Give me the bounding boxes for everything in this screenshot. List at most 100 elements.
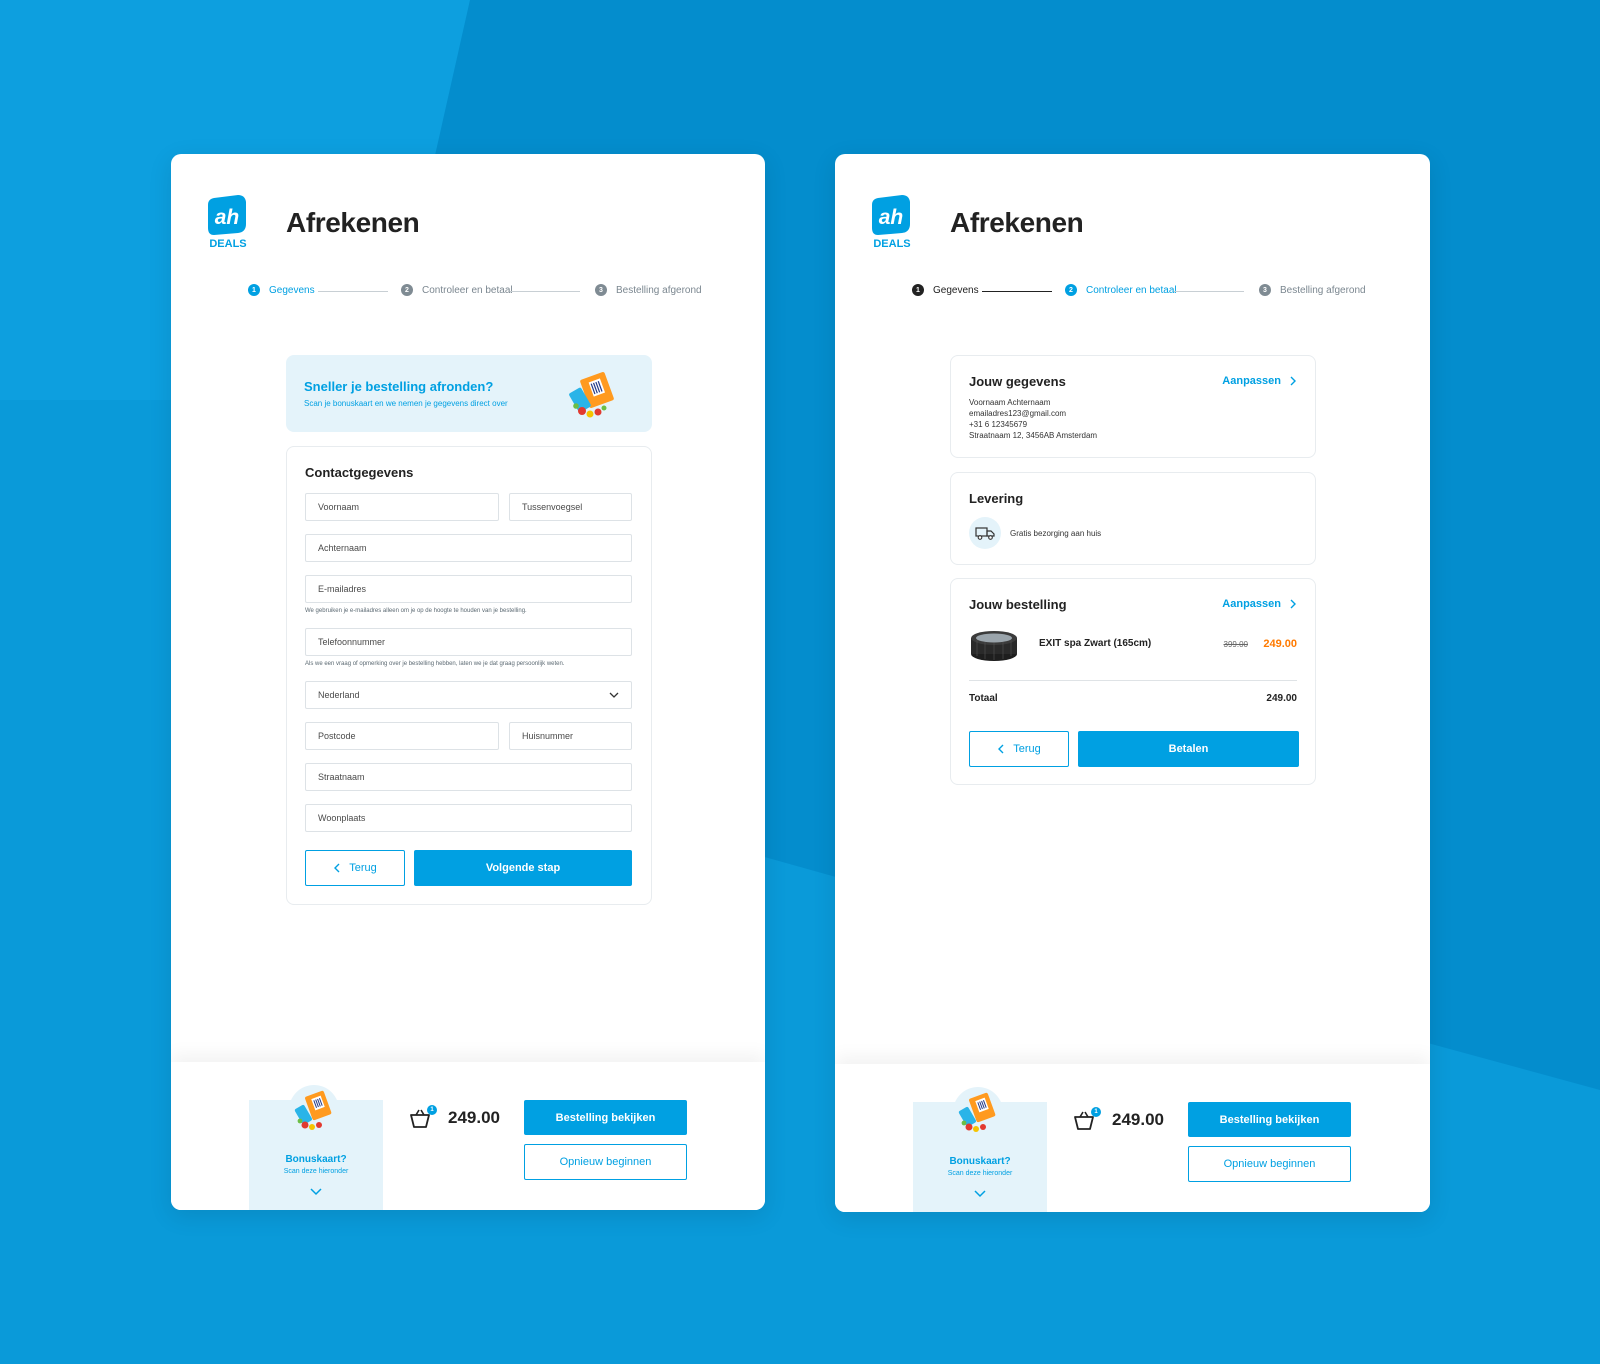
total-label: Totaal [969,693,998,704]
bonus-card-icon [953,1087,1003,1137]
edit-label: Aanpassen [1222,375,1281,387]
postcode-input[interactable]: Postcode [305,722,499,750]
step-number: 3 [1259,284,1271,296]
step-gegevens: 1 Gegevens [912,284,979,296]
step-connector [1174,291,1244,292]
step-label: Bestelling afgerond [616,284,702,296]
step-afgerond: 3 Bestelling afgerond [595,284,702,296]
ah-deals-logo[interactable]: ah DEALS [869,194,915,250]
promo-subtitle: Scan je bonuskaart en we nemen je gegeve… [304,399,508,408]
step-label: Bestelling afgerond [1280,284,1366,296]
promo-title: Sneller je bestelling afronden? [304,379,494,394]
truck-icon-wrapper [969,517,1001,549]
delivery-title: Levering [969,491,1024,506]
form-title: Contactgegevens [305,465,414,480]
product-name: EXIT spa Zwart (165cm) [1039,638,1152,649]
edit-order-link[interactable]: Aanpassen [1222,598,1297,610]
email-hint: We gebruiken je e-mailadres alleen om je… [305,608,527,614]
svg-text:DEALS: DEALS [873,238,910,250]
order-title: Jouw bestelling [969,597,1067,612]
chevron-down-icon [974,1190,986,1198]
truck-icon [975,527,995,540]
step-connector [510,291,580,292]
step-label: Gegevens [269,284,315,296]
step-controleer: 2 Controleer en betaal [401,284,513,296]
svg-text:ah: ah [879,206,904,229]
chevron-down-icon [310,1188,322,1196]
customer-details-card: Jouw gegevens Aanpassen Voornaam Achtern… [950,355,1316,458]
bonus-card-box[interactable]: Bonuskaart? Scan deze hieronder [249,1085,383,1210]
customer-phone: +31 6 12345679 [969,420,1028,429]
back-button[interactable]: Terug [969,731,1069,767]
view-order-button[interactable]: Bestelling bekijken [1188,1102,1351,1137]
customer-address: Straatnaam 12, 3456AB Amsterdam [969,431,1098,440]
next-step-button[interactable]: Volgende stap [414,850,632,886]
city-input[interactable]: Woonplaats [305,804,632,832]
bonus-promo-banner[interactable]: Sneller je bestelling afronden? Scan je … [286,355,652,432]
bonus-title: Bonuskaart? [285,1154,347,1165]
delivery-text: Gratis bezorging aan huis [1010,529,1102,538]
basket-count-badge: 1 [427,1105,437,1115]
last-name-input[interactable]: Achternaam [305,534,632,562]
pay-button[interactable]: Betalen [1078,731,1299,767]
step-label: Controleer en betaal [422,284,513,296]
bonus-subtitle: Scan deze hieronder [283,1168,349,1175]
ah-deals-logo[interactable]: ah DEALS [205,194,251,250]
old-price: 399.00 [1223,640,1248,649]
customer-name: Voornaam Achternaam [969,398,1051,407]
infix-input[interactable]: Tussenvoegsel [509,493,632,521]
delivery-card: Levering Gratis bezorging aan huis [950,472,1316,565]
phone-hint: Als we een vraag of opmerking over je be… [305,661,565,667]
step-label: Gegevens [933,284,979,296]
total-value: 249.00 [1266,693,1297,704]
step-number: 3 [595,284,607,296]
back-label: Terug [349,862,377,874]
edit-details-link[interactable]: Aanpassen [1222,375,1297,387]
bonus-card-icon [289,1085,339,1135]
footer-total: 249.00 [448,1108,500,1127]
step-afgerond: 3 Bestelling afgerond [1259,284,1366,296]
footer-bar: Bonuskaart? Scan deze hieronder 1 249.00… [171,1062,765,1210]
customer-email: emailadres123@gmail.com [969,409,1067,418]
bonus-card-box[interactable]: Bonuskaart? Scan deze hieronder [913,1087,1047,1212]
page-title: Afrekenen [286,207,420,238]
contact-form-card: Contactgegevens Voornaam Tussenvoegsel A… [286,446,652,905]
phone-input[interactable]: Telefoonnummer [305,628,632,656]
basket-count-badge: 1 [1091,1107,1101,1117]
checkout-stepper: 1 Gegevens 2 Controleer en betaal 3 Best… [248,284,708,300]
sale-price: 249.00 [1263,638,1297,650]
checkout-panel-details: ah DEALS Afrekenen 1 Gegevens 2 Controle… [171,154,765,1210]
chevron-down-icon [609,692,619,698]
step-number: 2 [401,284,413,296]
email-input[interactable]: E-mailadres [305,575,632,603]
bonus-card-illustration [569,372,614,418]
order-card: Jouw bestelling Aanpassen EXIT spa Zwart… [950,578,1316,785]
view-order-button[interactable]: Bestelling bekijken [524,1100,687,1135]
svg-text:DEALS: DEALS [209,238,246,250]
checkout-panel-review: ah DEALS Afrekenen 1 Gegevens 2 Controle… [835,154,1430,1212]
checkout-stepper: 1 Gegevens 2 Controleer en betaal 3 Best… [912,284,1372,300]
step-label: Controleer en betaal [1086,284,1177,296]
chevron-right-icon [1290,376,1296,386]
first-name-input[interactable]: Voornaam [305,493,499,521]
step-connector [318,291,388,292]
divider [969,680,1297,681]
page-title: Afrekenen [950,207,1084,238]
chevron-right-icon [1290,599,1296,609]
svg-text:ah: ah [215,206,240,229]
footer-bar: Bonuskaart? Scan deze hieronder 1 249.00… [835,1064,1430,1212]
house-number-input[interactable]: Huisnummer [509,722,632,750]
step-number: 1 [248,284,260,296]
step-controleer: 2 Controleer en betaal [1065,284,1177,296]
edit-label: Aanpassen [1222,598,1281,610]
details-title: Jouw gegevens [969,374,1066,389]
restart-button[interactable]: Opnieuw beginnen [524,1144,687,1180]
back-button[interactable]: Terug [305,850,405,886]
step-number: 2 [1065,284,1077,296]
bonus-title: Bonuskaart? [949,1156,1011,1167]
country-value: Nederland [318,690,360,700]
restart-button[interactable]: Opnieuw beginnen [1188,1146,1351,1182]
country-select[interactable]: Nederland [305,681,632,709]
footer-total: 249.00 [1112,1110,1164,1129]
street-input[interactable]: Straatnaam [305,763,632,791]
